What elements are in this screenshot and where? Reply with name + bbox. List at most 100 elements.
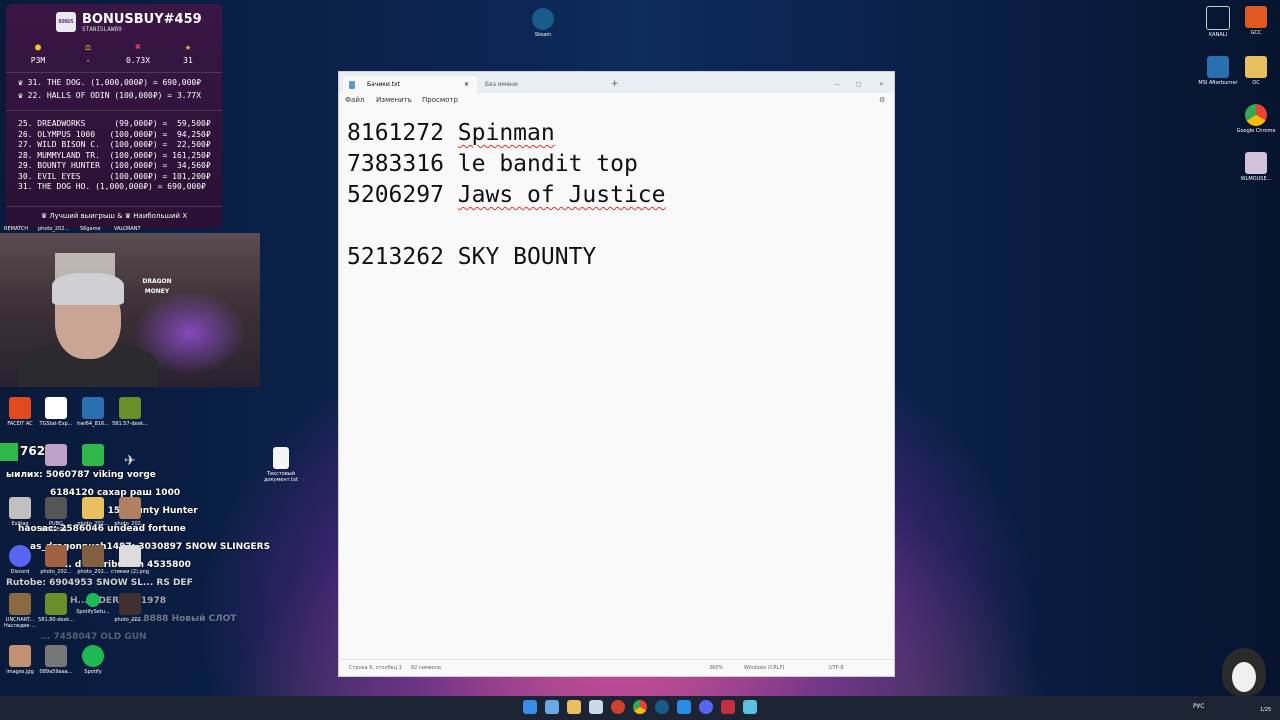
line-ending: Windows (CRLF) xyxy=(744,665,785,671)
desktop-icon-photo[interactable]: photo_202... xyxy=(73,497,113,527)
menu-edit[interactable]: Изменить xyxy=(376,96,412,104)
desktop-icon-spotify-setup[interactable]: SpotifySetu... xyxy=(73,593,113,615)
file-explorer-icon[interactable] xyxy=(567,700,581,714)
list-item: 26. OLYMPUS 1000 (100,000₽) = 94,250₽ xyxy=(18,130,211,139)
app-icon xyxy=(45,444,67,466)
start-icon[interactable] xyxy=(523,700,537,714)
desktop-icon-nvidia-driver[interactable]: 581.80-desk... xyxy=(36,593,76,623)
tab-bar: Бачики.txt ✕ Без имени + — ▢ ✕ xyxy=(339,72,894,93)
desktop-icon-uncharted[interactable]: UNCHART... Наследие ... xyxy=(0,593,40,629)
desktop-icon-hwinfo[interactable]: hwi64_816... xyxy=(73,397,113,427)
minimize-icon[interactable]: — xyxy=(834,76,840,93)
image-icon xyxy=(82,545,104,567)
desktop-icon-photo[interactable]: photo_202... xyxy=(36,545,76,575)
desktop-icon-label: MSI Afterburner xyxy=(1198,80,1238,86)
desktop-icon-spotify[interactable]: Spotify xyxy=(73,645,113,675)
desktop-icon-avatar-app[interactable] xyxy=(36,444,76,468)
image-icon xyxy=(45,645,67,667)
menu-view[interactable]: Просмотр xyxy=(422,96,458,104)
app-icon xyxy=(1206,6,1230,30)
tab-label: Бачики.txt xyxy=(367,81,400,88)
desktop-icon-label: стикеи (2).png xyxy=(110,569,150,575)
scale-icon: ⚖ xyxy=(84,42,92,53)
list-item: 29. BOUNTY HUNTER (100,000₽) = 34,560₽ xyxy=(18,161,211,170)
image-icon xyxy=(119,497,141,519)
desktop-icon-wlmouse[interactable]: WLMOUSE... xyxy=(1236,152,1276,182)
desktop-icon-label: VALORANT xyxy=(114,226,141,232)
desktop-icon-faceit[interactable]: FACEIT AC xyxy=(0,397,40,427)
stat-count: ★ 31 xyxy=(164,42,212,65)
tab-untitled[interactable]: Без имени xyxy=(485,76,518,93)
desktop-icon-label: 581.57-desk... xyxy=(112,421,148,427)
desktop-icon-label: Discord xyxy=(10,569,30,575)
steam-taskbar-icon[interactable] xyxy=(655,700,669,714)
desktop-icon-label: Google Chrome xyxy=(1236,128,1276,134)
maximize-icon[interactable]: ▢ xyxy=(856,76,862,93)
text-line xyxy=(347,211,666,242)
bonus-logo: BONUS xyxy=(56,12,76,32)
discord-taskbar-icon[interactable] xyxy=(699,700,713,714)
desktop-icon-exitlag[interactable]: Exitlag xyxy=(0,497,40,527)
clock-date[interactable]: 1/25 xyxy=(1260,707,1271,713)
hwinfo-icon xyxy=(82,397,104,419)
text-editor[interactable]: 8161272 Spinman 7383316 le bandit top 52… xyxy=(347,118,666,273)
desktop-icon-chrome[interactable]: Google Chrome xyxy=(1236,104,1276,134)
list-item: 27. WILD BISON C. (100,000₽) = 22,500₽ xyxy=(18,140,211,149)
desktop-icon-chart-app[interactable] xyxy=(73,444,113,468)
list-item: 28. MUMMYLAND TR. (100,000₽) = 161,250₽ xyxy=(18,151,211,160)
taskbar: РУС 1/25 xyxy=(0,696,1280,720)
desktop-icon-discord[interactable]: Discord xyxy=(0,545,40,575)
divider xyxy=(6,206,222,207)
line-number-text: 5206297 xyxy=(347,182,444,208)
new-tab-icon[interactable]: + xyxy=(611,76,619,93)
chart-icon xyxy=(82,444,104,466)
stat-balance-diff: ⚖ - xyxy=(64,42,112,65)
desktop-icon-steam[interactable]: Steam xyxy=(523,8,563,38)
stat-value: - xyxy=(85,56,91,65)
notepad-active-taskbar-icon[interactable] xyxy=(743,700,757,714)
menu-file[interactable]: Файл xyxy=(345,96,364,104)
tab-active-file[interactable]: Бачики.txt ✕ xyxy=(343,76,477,93)
telegram-taskbar-icon[interactable] xyxy=(677,700,691,714)
text-line: 7383316 le bandit top xyxy=(347,149,666,180)
app-taskbar-icon[interactable] xyxy=(721,700,735,714)
divider xyxy=(6,72,222,73)
char-count: 82 символа xyxy=(411,665,441,671)
desktop-icon-photo[interactable]: photo_202... xyxy=(73,545,113,575)
desktop-icon-tgstat[interactable]: TGStat-Exp... xyxy=(36,397,76,427)
desktop-icon-label: REMATCH xyxy=(4,226,28,232)
settings-gear-icon[interactable]: ⚙ xyxy=(879,96,885,104)
desktop-icon-oc-folder[interactable]: OC xyxy=(1236,56,1276,86)
desktop-icon-text-document[interactable]: Текстовый документ.txt xyxy=(261,447,301,483)
desktop-icon-photo[interactable]: photo_202... xyxy=(110,593,150,623)
line-text: SKY BOUNTY xyxy=(457,244,597,270)
stat-multiplier: ✖ 0.73X xyxy=(114,42,162,65)
desktop-icon-label: Текстовый документ.txt xyxy=(264,471,298,483)
desktop-icon-msi-afterburner[interactable]: MSI Afterburner xyxy=(1198,56,1238,86)
desktop-icon-label: images.jpg xyxy=(6,669,34,675)
notepad-taskbar-icon[interactable] xyxy=(589,700,603,714)
faceit-icon xyxy=(9,397,31,419)
desktop-icon-pubg[interactable]: PUBG BATTLEGR... xyxy=(36,497,76,533)
desktop-icon-stickers[interactable]: стикеи (2).png xyxy=(110,545,150,575)
close-tab-icon[interactable]: ✕ xyxy=(464,76,469,93)
desktop-icon-gcc[interactable]: GCC xyxy=(1236,6,1276,36)
folder-icon xyxy=(1245,56,1267,78)
desktop-icon-kanali[interactable]: KANALI xyxy=(1198,6,1238,38)
desktop-icon-images[interactable]: images.jpg xyxy=(0,645,40,675)
close-window-icon[interactable]: ✕ xyxy=(879,76,884,93)
chrome-taskbar-icon[interactable] xyxy=(633,700,647,714)
notepad-icon xyxy=(349,81,355,89)
bonus-subtitle: STANISLAW89 xyxy=(82,26,122,33)
task-view-icon[interactable] xyxy=(545,700,559,714)
app-taskbar-icon[interactable] xyxy=(611,700,625,714)
desktop-icon-nvidia-driver[interactable]: 581.57-desk... xyxy=(110,397,150,427)
nvidia-icon xyxy=(119,397,141,419)
desktop-icon-file[interactable]: 089a59aaa... xyxy=(36,645,76,675)
desktop-icon-label: OC xyxy=(1252,80,1260,86)
image-icon xyxy=(119,593,141,615)
language-indicator[interactable]: РУС xyxy=(1193,703,1204,710)
desktop-icon-label: 581.80-desk... xyxy=(38,617,74,623)
desktop-icon-photo[interactable]: photo_202... xyxy=(110,497,150,527)
text-line: 8161272 Spinman xyxy=(347,118,666,149)
